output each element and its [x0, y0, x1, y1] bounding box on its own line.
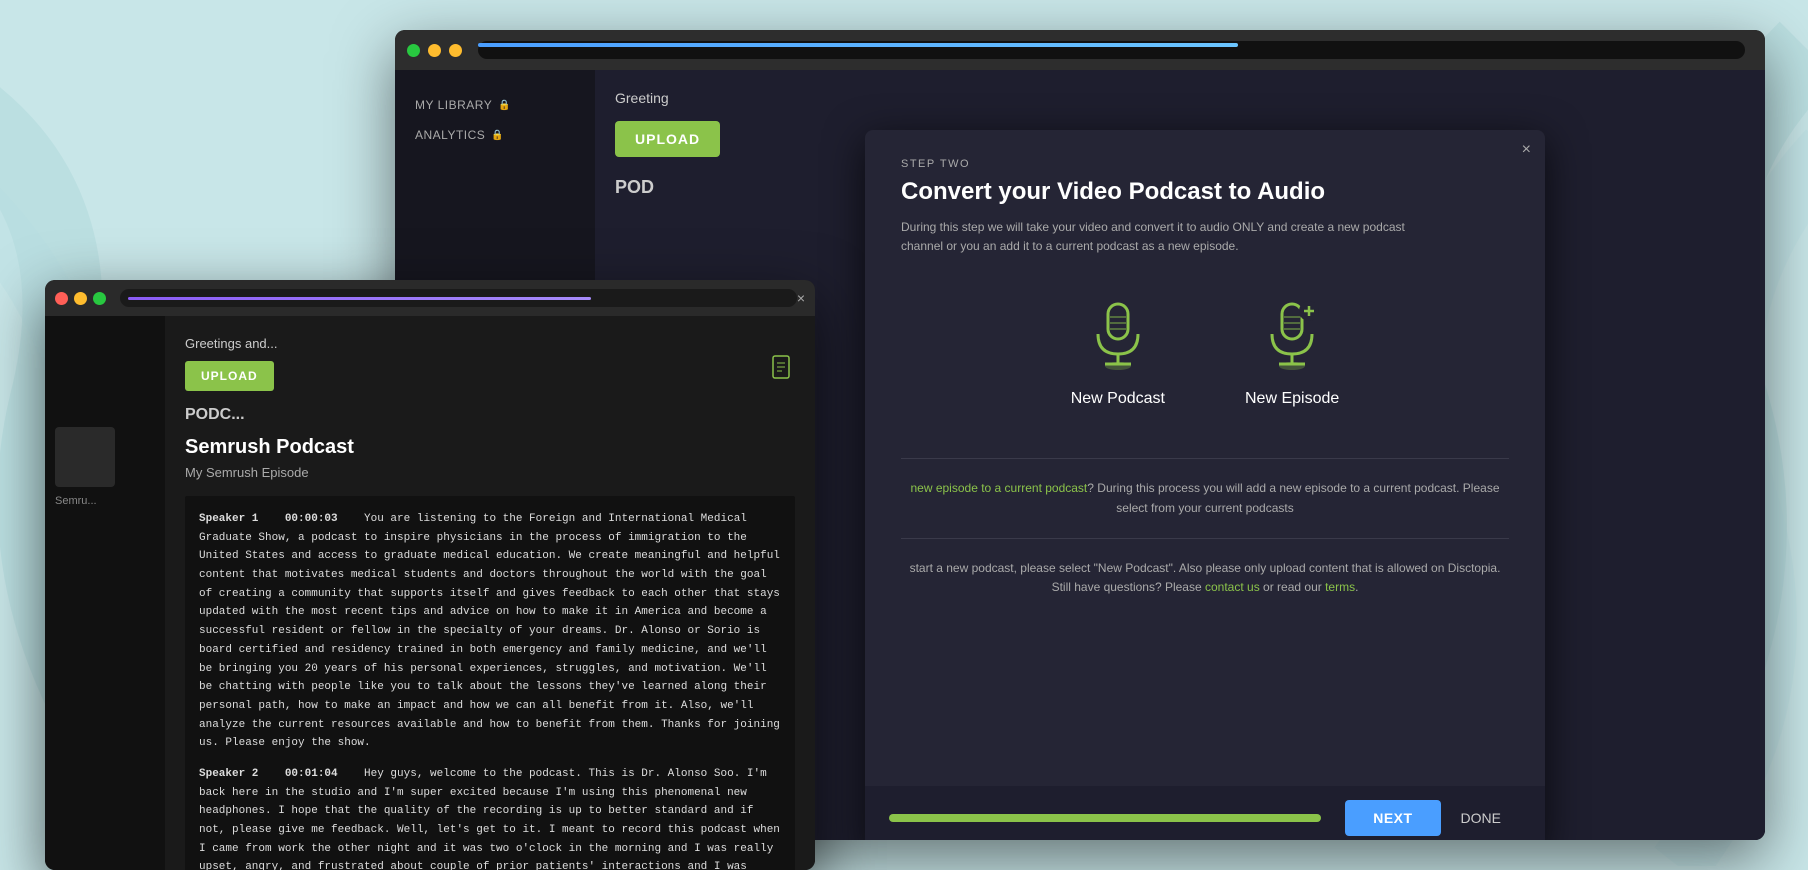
greeting-secondary: Greetings and...	[185, 336, 278, 351]
greeting-text: Greeting	[615, 90, 1745, 106]
new-podcast-icon-container	[1073, 296, 1163, 376]
option-new-episode[interactable]: New Episode	[1245, 296, 1339, 408]
podcast-subtitle-secondary: My Semrush Episode	[185, 465, 795, 480]
dot-green[interactable]	[407, 44, 420, 57]
transcript-line-1: Speaker 1 00:00:03 You are listening to …	[199, 510, 781, 753]
address-progress-secondary	[128, 297, 591, 300]
contact-us-link[interactable]: contact us	[1205, 580, 1260, 594]
progress-bar	[889, 814, 1321, 822]
dot-green-secondary[interactable]	[93, 292, 106, 305]
file-icon-area	[771, 355, 795, 388]
lock-icon-analytics: 🔒	[491, 130, 504, 141]
dot-yellow[interactable]	[428, 44, 441, 57]
option-new-podcast[interactable]: New Podcast	[1071, 296, 1165, 408]
new-episode-label: New Episode	[1245, 390, 1339, 408]
sidebar-item-label: MY LIBRARY	[415, 98, 492, 112]
new-episode-icon-container	[1247, 296, 1337, 376]
sidebar-item-analytics[interactable]: ANALYTICS 🔒	[395, 120, 595, 150]
dot-orange[interactable]	[449, 44, 462, 57]
browser-window-secondary: × Semru... Greetings and... UPLOAD PODC.…	[45, 280, 815, 870]
option-desc-link-text: new episode to a current podcast	[910, 481, 1087, 495]
transcript-area[interactable]: Speaker 1 00:00:03 You are listening to …	[185, 496, 795, 870]
modal-description: During this step we will take your video…	[901, 218, 1441, 256]
transcript-line-2: Speaker 2 00:01:04 Hey guys, welcome to …	[199, 765, 781, 870]
options-row: New Podcast	[901, 296, 1509, 408]
modal-close-button[interactable]: ×	[1522, 142, 1531, 158]
main-content-secondary: Greetings and... UPLOAD PODC... Semrush …	[165, 316, 815, 870]
modal-title: Convert your Video Podcast to Audio	[901, 178, 1509, 206]
microphone-plus-icon	[1257, 299, 1327, 374]
lock-icon: 🔒	[498, 100, 511, 111]
semrush-label: Semru...	[45, 487, 165, 515]
pod-section-secondary: PODC...	[185, 406, 795, 424]
new-podcast-label: New Podcast	[1071, 390, 1165, 408]
divider-1	[901, 458, 1509, 459]
secondary-close-button[interactable]: ×	[797, 290, 805, 306]
upload-button-secondary[interactable]: UPLOAD	[185, 361, 274, 391]
modal-footer: NEXT DONE	[865, 786, 1545, 840]
dot-red-secondary[interactable]	[55, 292, 68, 305]
divider-2	[901, 538, 1509, 539]
terms-link[interactable]: terms	[1325, 580, 1355, 594]
sidebar-item-my-library[interactable]: MY LIBRARY 🔒	[395, 90, 595, 120]
sidebar-secondary-content	[45, 331, 165, 347]
file-icon	[771, 355, 795, 383]
microphone-icon	[1083, 299, 1153, 374]
browser-titlebar-main	[395, 30, 1765, 70]
browser-titlebar-secondary: ×	[45, 280, 815, 316]
podcast-thumbnail	[55, 427, 115, 487]
address-bar-progress	[478, 43, 1238, 47]
upload-button[interactable]: UPLOAD	[615, 121, 720, 157]
sidebar-secondary: Semru...	[45, 316, 165, 870]
browser-secondary-content: Semru... Greetings and... UPLOAD PODC...…	[45, 316, 815, 870]
option-description-2: start a new podcast, please select "New …	[901, 559, 1509, 597]
next-button[interactable]: NEXT	[1345, 800, 1440, 836]
modal-dialog: × STEP TWO Convert your Video Podcast to…	[865, 130, 1545, 840]
podcast-detail-area: Semrush Podcast My Semrush Episode Speak…	[185, 436, 795, 870]
address-bar-secondary	[120, 289, 797, 307]
step-label: STEP TWO	[901, 158, 1509, 170]
modal-body: STEP TWO Convert your Video Podcast to A…	[865, 130, 1545, 649]
done-button[interactable]: DONE	[1441, 800, 1521, 836]
dot-yellow-secondary[interactable]	[74, 292, 87, 305]
sidebar-item-label: ANALYTICS	[415, 128, 485, 142]
podcast-title-secondary: Semrush Podcast	[185, 436, 795, 459]
option-description-1: new episode to a current podcast? During…	[901, 479, 1509, 517]
